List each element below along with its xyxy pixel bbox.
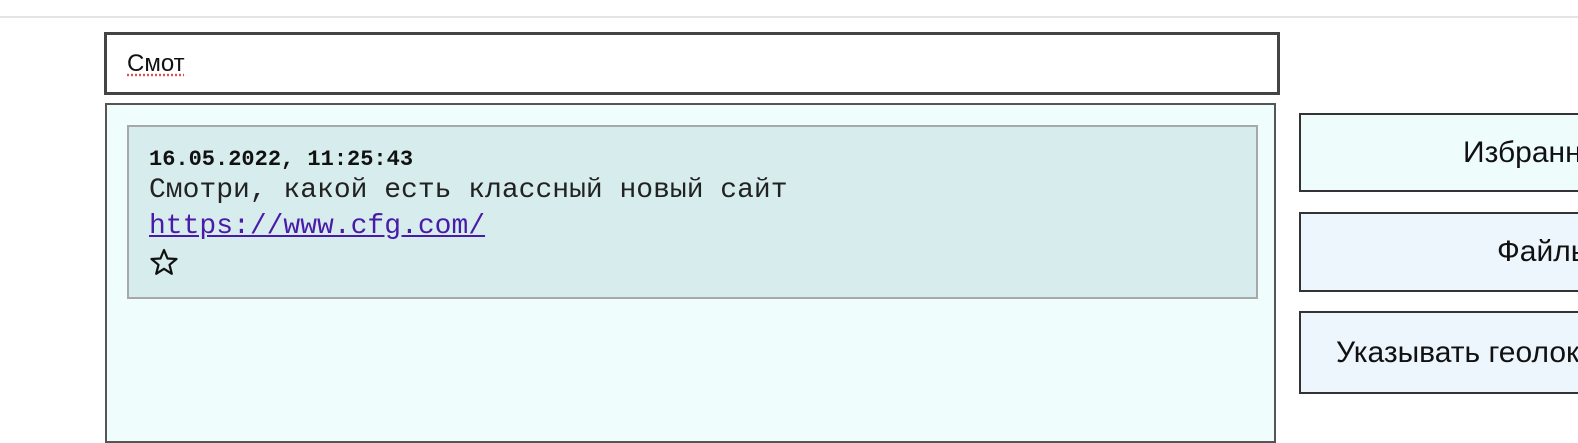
message-text: Смотри, какой есть классный новый сайт — [149, 175, 788, 206]
geolocation-button[interactable]: Указывать геолокацию — [1299, 311, 1578, 394]
search-box[interactable] — [104, 32, 1280, 95]
top-divider — [0, 16, 1578, 18]
geolocation-button-label: Указывать геолокацию — [1336, 335, 1578, 369]
message-timestamp: 16.05.2022, 11:25:43 — [149, 147, 414, 172]
message-card: 16.05.2022, 11:25:43 Смотри, какой есть … — [127, 125, 1258, 299]
message-feed[interactable]: 16.05.2022, 11:25:43 Смотри, какой есть … — [105, 103, 1276, 443]
files-button-label: Файлы — [1497, 235, 1578, 268]
favorites-button[interactable]: Избранное — [1299, 113, 1578, 192]
files-button[interactable]: Файлы — [1299, 212, 1578, 292]
favorites-button-label: Избранное — [1463, 135, 1578, 169]
star-outline-icon[interactable] — [149, 247, 179, 277]
search-input[interactable] — [107, 35, 1277, 92]
message-link[interactable]: https://www.cfg.com/ — [149, 211, 485, 242]
